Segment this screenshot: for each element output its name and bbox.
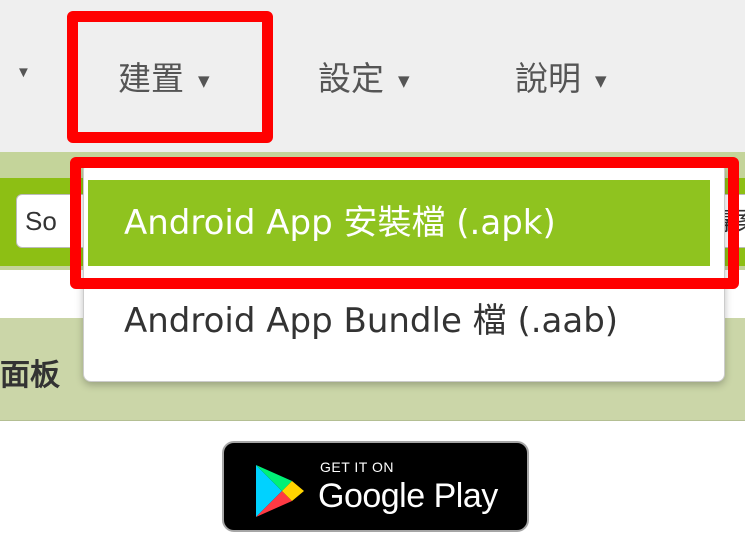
google-play-logo xyxy=(256,465,304,517)
menu-help-label: 說明 xyxy=(515,59,581,98)
highlight-box-menu xyxy=(67,11,273,143)
badge-big-text: Google Play xyxy=(318,477,498,515)
menu-settings-label: 設定 xyxy=(318,59,384,98)
caret-down-icon[interactable]: ▼ xyxy=(16,64,31,81)
highlight-box-apk xyxy=(70,157,739,289)
panel-label: 面板 xyxy=(0,358,60,393)
google-play-badge[interactable]: GET IT ON Google Play xyxy=(222,441,529,532)
menu-settings[interactable]: 設定 ▼ xyxy=(318,52,410,100)
badge-small-text: GET IT ON xyxy=(320,459,394,475)
caret-down-icon: ▼ xyxy=(595,71,607,90)
menu-help[interactable]: 說明 ▼ xyxy=(515,52,607,100)
menu-item-aab[interactable]: Android App Bundle 檔 (.aab) xyxy=(124,296,618,346)
caret-down-icon: ▼ xyxy=(398,71,410,90)
